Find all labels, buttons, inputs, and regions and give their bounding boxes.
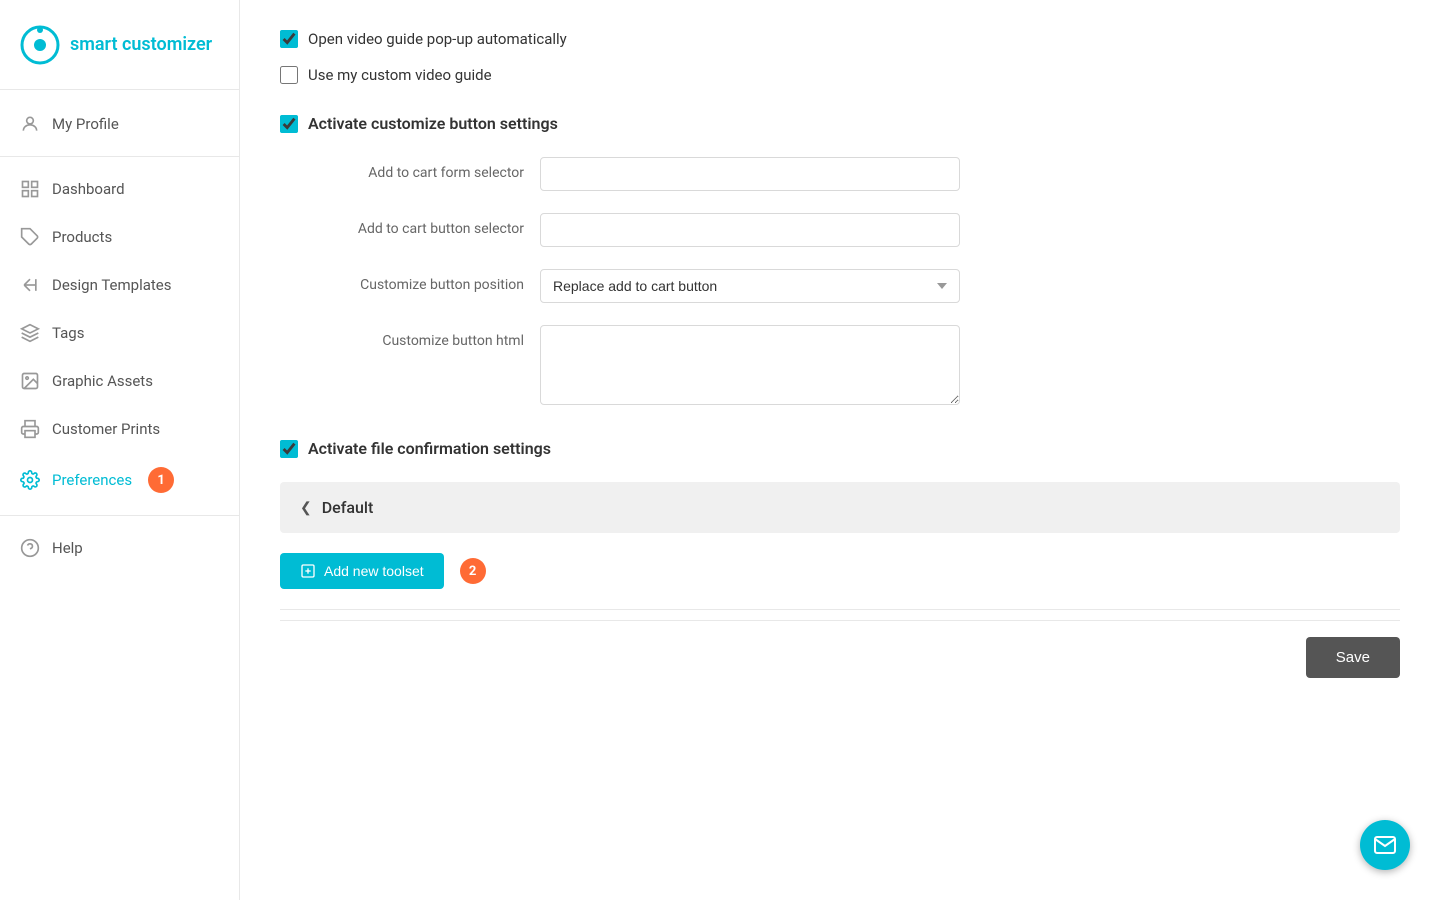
graphic-assets-icon (20, 371, 40, 391)
customize-button-html-textarea[interactable] (540, 325, 960, 405)
sidebar-item-preferences[interactable]: Preferences 1 (0, 453, 239, 507)
toolset-badge: 2 (460, 558, 486, 584)
main-content: Open video guide pop-up automatically Us… (240, 0, 1440, 900)
customize-button-position-control: Replace add to cart button Before add to… (540, 269, 960, 303)
sidebar-item-products-label: Products (52, 228, 112, 246)
default-collapsible-header[interactable]: ❮ Default (280, 482, 1400, 533)
sidebar-item-graphic-assets[interactable]: Graphic Assets (0, 357, 239, 405)
video-guide-auto-row: Open video guide pop-up automatically (280, 30, 1400, 48)
logo-icon (20, 25, 60, 65)
sidebar-item-help-label: Help (52, 539, 83, 557)
sidebar-item-preferences-label: Preferences (52, 471, 132, 489)
plus-square-icon (300, 563, 316, 579)
activate-customize-header: Activate customize button settings (280, 114, 1400, 133)
customize-button-html-row: Customize button html (280, 325, 1400, 409)
bottom-actions: Add new toolset 2 (280, 553, 1400, 589)
sidebar: smart customizer My Profile Dashboard Pr… (0, 0, 240, 900)
tags-icon (20, 323, 40, 343)
sidebar-item-products[interactable]: Products (0, 213, 239, 261)
activate-file-confirmation-section: Activate file confirmation settings (280, 439, 1400, 458)
sidebar-item-my-profile[interactable]: My Profile (0, 100, 239, 148)
activate-file-confirmation-checkbox[interactable] (280, 440, 298, 458)
customize-button-position-select[interactable]: Replace add to cart button Before add to… (540, 269, 960, 303)
sidebar-item-help[interactable]: Help (0, 524, 239, 572)
add-to-cart-button-control (540, 213, 960, 247)
collapsible-label: Default (322, 498, 374, 517)
design-templates-icon (20, 275, 40, 295)
sidebar-nav: My Profile Dashboard Products Design Tem… (0, 90, 239, 900)
activate-customize-checkbox[interactable] (280, 115, 298, 133)
customer-prints-icon (20, 419, 40, 439)
user-icon (20, 114, 40, 134)
preferences-icon (20, 470, 40, 490)
sidebar-item-customer-prints-label: Customer Prints (52, 420, 160, 438)
sidebar-item-tags[interactable]: Tags (0, 309, 239, 357)
products-icon (20, 227, 40, 247)
dashboard-icon (20, 179, 40, 199)
video-guide-auto-label[interactable]: Open video guide pop-up automatically (308, 30, 567, 48)
add-toolset-label: Add new toolset (324, 563, 424, 579)
custom-video-checkbox[interactable] (280, 66, 298, 84)
activate-file-confirmation-label[interactable]: Activate file confirmation settings (308, 439, 551, 458)
activate-customize-label[interactable]: Activate customize button settings (308, 114, 558, 133)
add-to-cart-form-label: Add to cart form selector (320, 157, 540, 181)
mail-icon (1373, 833, 1397, 857)
customize-button-position-row: Customize button position Replace add to… (280, 269, 1400, 303)
save-bar: Save (280, 620, 1400, 694)
video-guide-auto-checkbox[interactable] (280, 30, 298, 48)
customize-button-html-label: Customize button html (320, 325, 540, 349)
sidebar-item-customer-prints[interactable]: Customer Prints (0, 405, 239, 453)
bottom-divider (280, 609, 1400, 610)
activate-file-confirmation-header: Activate file confirmation settings (280, 439, 1400, 458)
add-to-cart-form-row: Add to cart form selector (280, 157, 1400, 191)
add-to-cart-button-input[interactable] (540, 213, 960, 247)
logo-text: smart customizer (70, 34, 212, 55)
activate-customize-section: Activate customize button settings Add t… (280, 114, 1400, 409)
sidebar-item-graphic-assets-label: Graphic Assets (52, 372, 153, 390)
divider-2 (0, 515, 239, 516)
sidebar-item-dashboard[interactable]: Dashboard (0, 165, 239, 213)
help-icon (20, 538, 40, 558)
add-to-cart-button-row: Add to cart button selector (280, 213, 1400, 247)
chevron-down-icon: ❮ (300, 500, 312, 516)
add-to-cart-button-label: Add to cart button selector (320, 213, 540, 237)
sidebar-item-dashboard-label: Dashboard (52, 180, 125, 198)
sidebar-item-tags-label: Tags (52, 324, 84, 342)
sidebar-item-design-templates[interactable]: Design Templates (0, 261, 239, 309)
chat-button[interactable] (1360, 820, 1410, 870)
preferences-badge: 1 (148, 467, 174, 493)
customize-button-html-control (540, 325, 960, 409)
customize-button-position-label: Customize button position (320, 269, 540, 293)
divider-1 (0, 156, 239, 157)
add-to-cart-form-control (540, 157, 960, 191)
logo: smart customizer (0, 0, 239, 90)
video-guide-section: Open video guide pop-up automatically Us… (280, 30, 1400, 84)
add-toolset-button[interactable]: Add new toolset (280, 553, 444, 589)
default-collapsible-section: ❮ Default (280, 482, 1400, 533)
sidebar-item-my-profile-label: My Profile (52, 115, 119, 133)
custom-video-row: Use my custom video guide (280, 66, 1400, 84)
add-to-cart-form-input[interactable] (540, 157, 960, 191)
sidebar-item-design-templates-label: Design Templates (52, 276, 172, 294)
save-button[interactable]: Save (1306, 637, 1400, 678)
custom-video-label[interactable]: Use my custom video guide (308, 66, 492, 84)
